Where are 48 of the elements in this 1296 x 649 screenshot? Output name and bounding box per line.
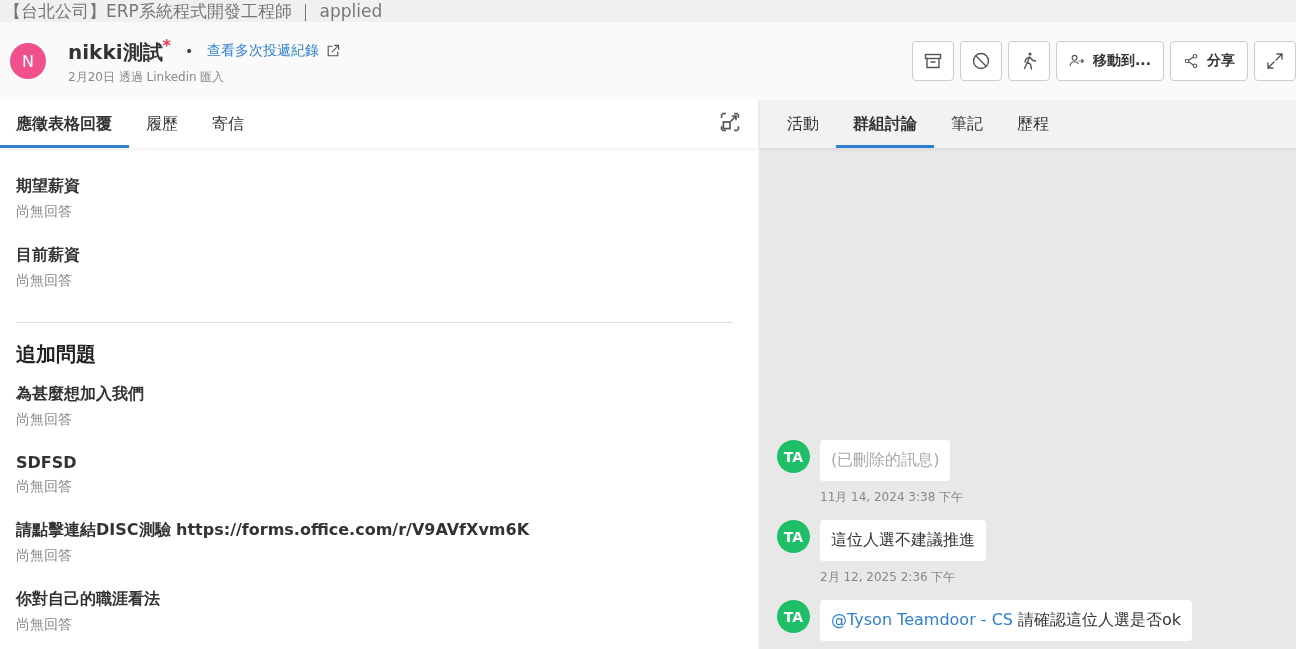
window-title: 【台北公司】ERP系統程式開發工程師 ｜ applied [0, 0, 1296, 22]
message-bubble: @Tyson Teamdoor - CS 請確認這位人選是否ok [820, 600, 1193, 641]
toolbar-button[interactable] [912, 41, 955, 81]
answer-text: 尚無回答 [16, 547, 73, 565]
question-label: 你對自己的職涯看法 [16, 589, 161, 610]
answer-text: 尚無回答 [16, 411, 73, 429]
user-avatar: TA [777, 440, 810, 473]
answer-text: 尚無回答 [16, 272, 73, 290]
scan-frame-icon [718, 110, 742, 134]
archive-icon [923, 51, 944, 71]
question-label: 請點擊連結DISC測驗 https://forms.office.com/r/V9AVfXvm6K [16, 520, 531, 541]
deleted-message: (已刪除的訊息) [820, 440, 951, 481]
answer-text: 尚無回答 [16, 203, 73, 221]
message-time: 2月 12, 2025 2:36 下午 [820, 569, 956, 586]
mention-link[interactable]: @Tyson Teamdoor - CS [831, 610, 1013, 629]
question-label: 目前薪資 [16, 245, 81, 266]
block-icon [971, 51, 992, 71]
toolbar-button[interactable] [960, 41, 1003, 81]
history-link[interactable]: 查看多次投遞紀錄 [207, 41, 342, 60]
tab[interactable]: 歷程 [1000, 103, 1066, 148]
answer-text: 尚無回答 [16, 616, 73, 634]
toolbar-button[interactable]: 分享 [1170, 41, 1248, 81]
message-bubble: 這位人選不建議推進 [820, 520, 986, 561]
expand-icon [1265, 51, 1285, 71]
tab[interactable]: 寄信 [195, 103, 261, 148]
external-link-icon [325, 42, 342, 59]
tab[interactable]: 履歷 [129, 103, 195, 148]
tab[interactable]: 應徵表格回覆 [0, 103, 129, 148]
import-info: 2月20日 透過 Linkedin 匯入 [68, 69, 226, 87]
message-time: 11月 14, 2024 3:38 下午 [820, 489, 964, 506]
separator-dot: • [184, 42, 194, 59]
share-icon [1183, 53, 1199, 69]
user-avatar: TA [777, 600, 810, 633]
user-avatar: TA [777, 520, 810, 553]
toolbar-button[interactable]: 移動到... [1056, 41, 1164, 81]
toolbar-button[interactable] [1254, 41, 1296, 81]
tab[interactable]: 筆記 [934, 103, 1000, 148]
section-heading: 追加問題 [16, 341, 97, 368]
person-arrow-icon [1069, 53, 1086, 69]
tab[interactable]: 活動 [770, 103, 836, 148]
question-label: SDFSD [16, 453, 78, 472]
tab[interactable]: 群組討論 [836, 103, 934, 148]
answer-text: 尚無回答 [16, 478, 73, 496]
candidate-name: nikki測試$^{*}$ [68, 35, 171, 66]
question-label: 為甚麼想加入我們 [16, 384, 145, 405]
toolbar-button[interactable] [1008, 41, 1051, 81]
question-label: 期望薪資 [16, 176, 81, 197]
avatar: N [10, 43, 46, 79]
